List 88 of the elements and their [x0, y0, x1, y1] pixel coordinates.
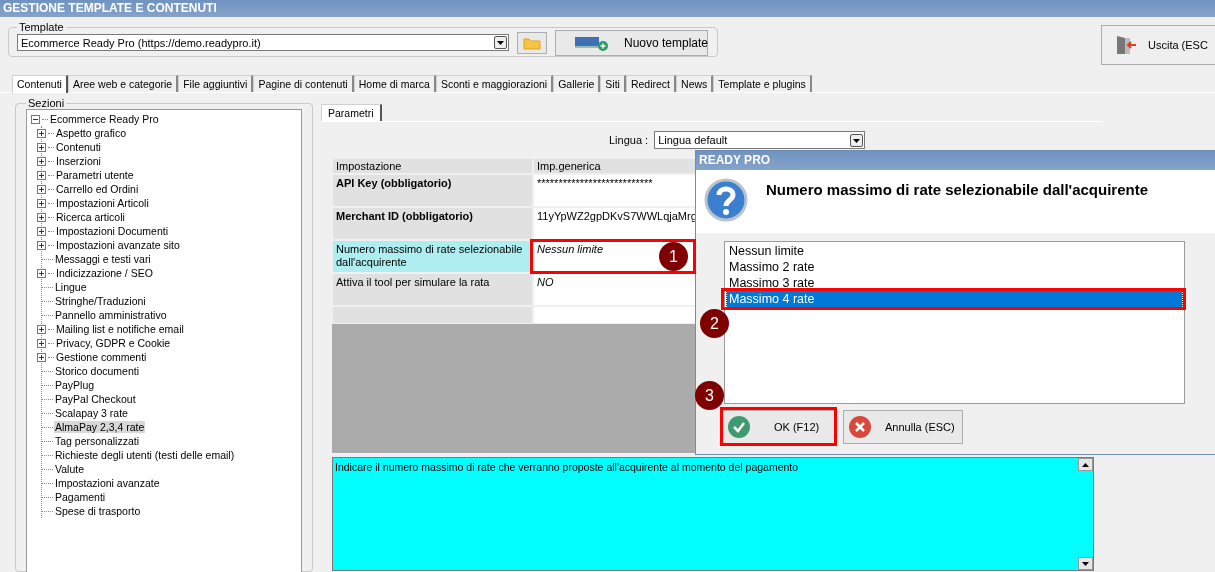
setting-name-cell[interactable]: Numero massimo di rate selezionabile dall'acquirente [332, 240, 533, 273]
collapse-icon[interactable] [31, 114, 40, 124]
tree-item[interactable]: Parametri utente [55, 169, 135, 181]
tree-item[interactable]: Impostazioni avanzate sito [55, 239, 181, 251]
group-label: Template [18, 21, 65, 33]
exit-door-icon [1114, 34, 1138, 56]
setting-name-cell[interactable]: Merchant ID (obbligatorio) [332, 207, 533, 240]
tree-item[interactable]: Richieste degli utenti (testi delle email) [54, 449, 236, 461]
tree-item[interactable]: Ecommerce Ready Pro [49, 113, 160, 125]
tree-item[interactable]: Valute [54, 463, 85, 475]
tab[interactable]: Siti [600, 75, 626, 92]
cancel-button[interactable]: Annulla (ESC) [843, 410, 963, 444]
group-label: Sezioni [27, 97, 66, 109]
dialog-title: READY PRO [696, 151, 1215, 170]
expand-icon[interactable] [37, 184, 46, 194]
up-arrow-icon [1082, 462, 1089, 467]
tree-item[interactable]: Inserzioni [55, 155, 102, 167]
expand-icon[interactable] [37, 226, 46, 236]
tab[interactable]: Contenuti [12, 75, 68, 93]
dialog-question: Numero massimo di rate selezionabile dall'acquirente [766, 181, 1149, 198]
expand-icon[interactable] [37, 240, 46, 250]
tab[interactable]: Parametri [321, 104, 382, 121]
expand-icon[interactable] [37, 170, 46, 180]
check-icon [728, 416, 750, 438]
tree-item[interactable]: Mailing list e notifiche email [55, 323, 185, 335]
tree-item[interactable]: Aspetto grafico [55, 127, 128, 139]
tree-item[interactable]: Indicizzazione / SEO [55, 267, 154, 279]
tree-item[interactable]: PayPal Checkout [54, 393, 137, 405]
folder-icon [523, 35, 541, 50]
down-arrow-icon [1082, 561, 1089, 566]
list-option[interactable]: Massimo 4 rate [727, 291, 1182, 307]
tab[interactable]: Template e plugins [713, 75, 812, 92]
tree-item[interactable]: Ricerca articoli [55, 211, 126, 223]
field-label: Lingua : [609, 134, 649, 146]
window-title: GESTIONE TEMPLATE E CONTENUTI [0, 0, 1215, 17]
expand-icon[interactable] [37, 352, 46, 362]
description-text: Indicare il numero massimo di rate che verranno proposte all'acquirente al momento del pagamento [334, 460, 800, 475]
tree-item[interactable]: AlmaPay 2,3,4 rate [54, 421, 146, 433]
expand-icon[interactable] [37, 212, 46, 222]
dropdown-caret-icon [852, 136, 862, 144]
expand-icon[interactable] [37, 324, 46, 334]
expand-icon[interactable] [37, 128, 46, 138]
column-header: Impostazione [332, 158, 533, 174]
list-option[interactable]: Massimo 3 rate [727, 275, 1182, 291]
tree-item[interactable]: Spese di trasporto [54, 505, 142, 517]
tree-item[interactable]: Pannello amministrativo [54, 309, 168, 321]
question-icon [704, 178, 748, 222]
exit-button[interactable]: Uscita (ESC [1101, 25, 1215, 65]
tab[interactable]: News [676, 75, 714, 92]
tab[interactable]: Redirect [625, 75, 677, 92]
tree-item[interactable]: Carrello ed Ordini [55, 183, 140, 195]
language-dropdown[interactable]: Lingua default [654, 131, 866, 149]
tab[interactable]: Sconti e maggiorazioni [435, 75, 554, 92]
tree-item[interactable]: Messaggi e testi vari [54, 253, 152, 265]
template-dropdown[interactable]: Ecommerce Ready Pro (https://demo.readypro.it) [17, 34, 509, 51]
scroll-down-button[interactable] [1078, 557, 1093, 570]
tree-item[interactable]: Lingue [54, 281, 88, 293]
tab[interactable]: Home di marca [353, 75, 436, 92]
tree-item[interactable]: Impostazioni Documenti [55, 225, 170, 237]
new-template-button[interactable]: Nuovo template [555, 29, 708, 56]
tab[interactable]: Gallerie [553, 75, 601, 92]
tree-item[interactable]: Gestione commenti [55, 351, 148, 363]
tab[interactable]: Aree web e categorie [67, 75, 179, 92]
tree-item[interactable]: Impostazioni Articoli [55, 197, 150, 209]
cancel-x-icon [849, 416, 871, 438]
setting-name-cell[interactable]: API Key (obbligatorio) [332, 174, 533, 207]
expand-icon[interactable] [37, 198, 46, 208]
list-option[interactable]: Nessun limite [727, 243, 1182, 259]
tree-item[interactable]: Stringhe/Traduzioni [54, 295, 147, 307]
setting-name-cell[interactable]: Attiva il tool per simulare la rata [332, 273, 533, 306]
expand-icon[interactable] [37, 338, 46, 348]
tree-item[interactable]: Impostazioni avanzate [54, 477, 161, 489]
tree-item[interactable]: Tag personalizzati [54, 435, 141, 447]
ok-button[interactable]: OK (F12) [722, 410, 835, 444]
tree-item[interactable]: Pagamenti [54, 491, 107, 503]
tree-item[interactable]: PayPlug [54, 379, 96, 391]
tree-item[interactable]: Storico documenti [54, 365, 141, 377]
tab[interactable]: File aggiuntivi [178, 75, 254, 92]
expand-icon[interactable] [37, 142, 46, 152]
tab[interactable]: Pagine di contenuti [253, 75, 354, 92]
list-option[interactable]: Massimo 2 rate [727, 259, 1182, 275]
scroll-up-button[interactable] [1078, 458, 1093, 471]
tree-item[interactable]: Privacy, GDPR e Cookie [55, 337, 172, 349]
expand-icon[interactable] [37, 156, 46, 166]
expand-icon[interactable] [37, 268, 46, 278]
tree-item[interactable]: Contenuti [55, 141, 102, 153]
tree-item[interactable]: Scalapay 3 rate [54, 407, 129, 419]
dropdown-caret-icon [496, 39, 505, 46]
